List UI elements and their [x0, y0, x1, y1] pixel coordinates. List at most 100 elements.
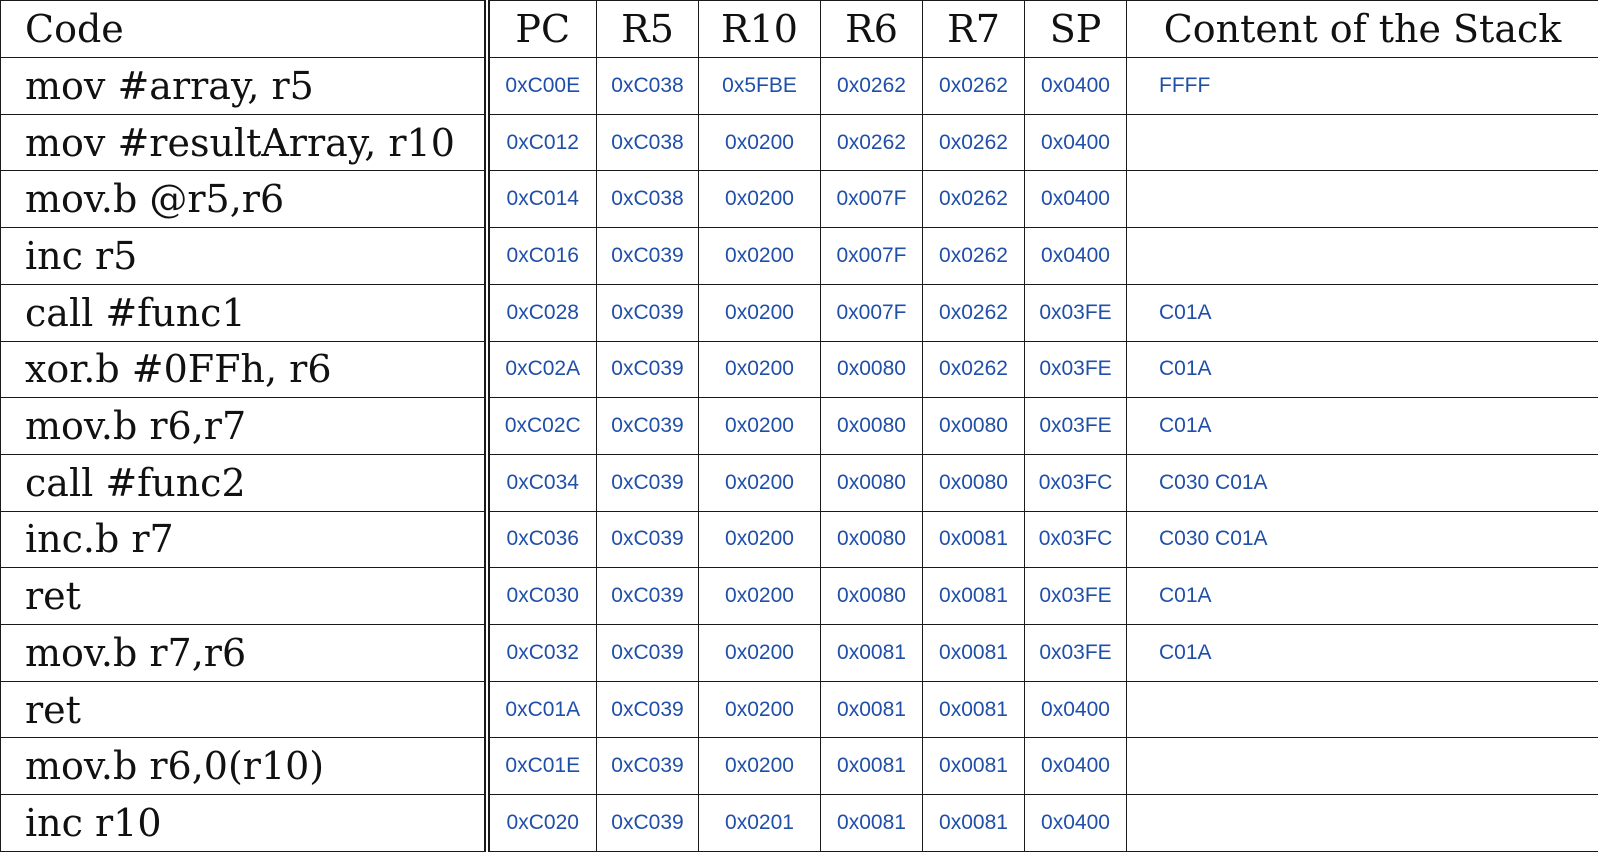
pc-value: 0xC032	[483, 624, 597, 682]
r5-value: 0xC039	[596, 680, 699, 739]
sp-value: 0x0400	[1024, 170, 1127, 229]
stack-content: C01A	[1126, 283, 1598, 342]
r5-value: 0xC039	[596, 453, 699, 512]
r6-value: 0x0081	[820, 794, 923, 852]
instruction-cell: mov.b r7,r6	[0, 624, 487, 682]
r5-value: 0xC039	[596, 340, 699, 399]
pc-value: 0xC01E	[483, 737, 597, 796]
pc-value: 0xC016	[483, 227, 597, 285]
instruction-cell: call #func2	[0, 453, 487, 512]
header-stack: Content of the Stack	[1126, 0, 1598, 58]
r7-value: 0x0262	[922, 340, 1025, 399]
table-header: Code PC R5 R10 R6 R7 SP Content of the S…	[0, 0, 1598, 58]
sp-value: 0x03FC	[1024, 510, 1127, 569]
r10-value: 0x0200	[698, 567, 821, 626]
instruction-cell: call #func1	[0, 283, 487, 342]
r6-value: 0x0081	[820, 624, 923, 682]
table-row: ret 0xC030 0xC039 0x0200 0x0080 0x0081 0x03FE C…	[0, 567, 1598, 626]
stack-content: C01A	[1126, 567, 1598, 626]
sp-value: 0x0400	[1024, 794, 1127, 852]
sp-value: 0x0400	[1024, 113, 1127, 172]
r10-value: 0x0200	[698, 283, 821, 342]
stack-content: C030 C01A	[1126, 453, 1598, 512]
r5-value: 0xC038	[596, 113, 699, 172]
r7-value: 0x0080	[922, 453, 1025, 512]
sp-value: 0x0400	[1024, 680, 1127, 739]
register-trace-table: Code PC R5 R10 R6 R7 SP Content of the S…	[0, 0, 1598, 852]
r7-value: 0x0081	[922, 794, 1025, 852]
pc-value: 0xC01A	[483, 680, 597, 739]
stack-content	[1126, 170, 1598, 229]
r7-value: 0x0262	[922, 170, 1025, 229]
table-body: mov #array, r5 0xC00E 0xC038 0x5FBE 0x0262 0x…	[0, 57, 1598, 852]
r7-value: 0x0262	[922, 227, 1025, 285]
instruction-cell: xor.b #0FFh, r6	[0, 340, 487, 399]
header-code: Code	[0, 0, 487, 58]
r6-value: 0x007F	[820, 227, 923, 285]
r5-value: 0xC039	[596, 624, 699, 682]
pc-value: 0xC034	[483, 453, 597, 512]
stack-content: C01A	[1126, 624, 1598, 682]
header-r5: R5	[596, 0, 699, 58]
table-row: ret 0xC01A 0xC039 0x0200 0x0081 0x0081 0x0400	[0, 680, 1598, 739]
stack-content	[1126, 680, 1598, 739]
r10-value: 0x0200	[698, 453, 821, 512]
r7-value: 0x0262	[922, 283, 1025, 342]
table-row: xor.b #0FFh, r6 0xC02A 0xC039 0x0200 0x0080 0…	[0, 340, 1598, 399]
stack-content	[1126, 113, 1598, 172]
header-row: Code PC R5 R10 R6 R7 SP Content of the S…	[0, 0, 1598, 58]
table-row: mov #resultArray, r10 0xC012 0xC038 0x0200 0…	[0, 113, 1598, 172]
r5-value: 0xC038	[596, 57, 699, 115]
r6-value: 0x0080	[820, 567, 923, 626]
header-pc: PC	[483, 0, 597, 58]
header-sp: SP	[1024, 0, 1127, 58]
r10-value: 0x0200	[698, 624, 821, 682]
pc-value: 0xC02C	[483, 397, 597, 455]
instruction-cell: mov.b r6,0(r10)	[0, 737, 487, 796]
r10-value: 0x0200	[698, 737, 821, 796]
r5-value: 0xC038	[596, 170, 699, 229]
table-row: inc r5 0xC016 0xC039 0x0200 0x007F 0x0262 0x04…	[0, 227, 1598, 285]
pc-value: 0xC012	[483, 113, 597, 172]
header-r6: R6	[820, 0, 923, 58]
sp-value: 0x03FC	[1024, 453, 1127, 512]
instruction-cell: inc r5	[0, 227, 487, 285]
r5-value: 0xC039	[596, 737, 699, 796]
r10-value: 0x0201	[698, 794, 821, 852]
r6-value: 0x0262	[820, 113, 923, 172]
r5-value: 0xC039	[596, 567, 699, 626]
instruction-cell: mov.b @r5,r6	[0, 170, 487, 229]
r6-value: 0x007F	[820, 283, 923, 342]
instruction-cell: ret	[0, 680, 487, 739]
sp-value: 0x0400	[1024, 227, 1127, 285]
pc-value: 0xC030	[483, 567, 597, 626]
stack-content	[1126, 227, 1598, 285]
r5-value: 0xC039	[596, 397, 699, 455]
r6-value: 0x0080	[820, 510, 923, 569]
stack-content: C030 C01A	[1126, 510, 1598, 569]
r5-value: 0xC039	[596, 283, 699, 342]
table-row: mov #array, r5 0xC00E 0xC038 0x5FBE 0x0262 0x…	[0, 57, 1598, 115]
sp-value: 0x0400	[1024, 57, 1127, 115]
r7-value: 0x0081	[922, 680, 1025, 739]
r5-value: 0xC039	[596, 794, 699, 852]
pc-value: 0xC036	[483, 510, 597, 569]
instruction-cell: mov #resultArray, r10	[0, 113, 487, 172]
stack-content	[1126, 737, 1598, 796]
instruction-cell: ret	[0, 567, 487, 626]
r7-value: 0x0080	[922, 397, 1025, 455]
r6-value: 0x0081	[820, 737, 923, 796]
pc-value: 0xC00E	[483, 57, 597, 115]
instruction-cell: mov.b r6,r7	[0, 397, 487, 455]
table-row: mov.b r6,r7 0xC02C 0xC039 0x0200 0x0080 0x008…	[0, 397, 1598, 455]
r6-value: 0x0080	[820, 397, 923, 455]
header-r7: R7	[922, 0, 1025, 58]
r10-value: 0x5FBE	[698, 57, 821, 115]
table-row: inc r10 0xC020 0xC039 0x0201 0x0081 0x0081 0x0…	[0, 794, 1598, 852]
r10-value: 0x0200	[698, 227, 821, 285]
r7-value: 0x0081	[922, 624, 1025, 682]
r10-value: 0x0200	[698, 113, 821, 172]
stack-content	[1126, 794, 1598, 852]
sp-value: 0x03FE	[1024, 340, 1127, 399]
sp-value: 0x03FE	[1024, 397, 1127, 455]
